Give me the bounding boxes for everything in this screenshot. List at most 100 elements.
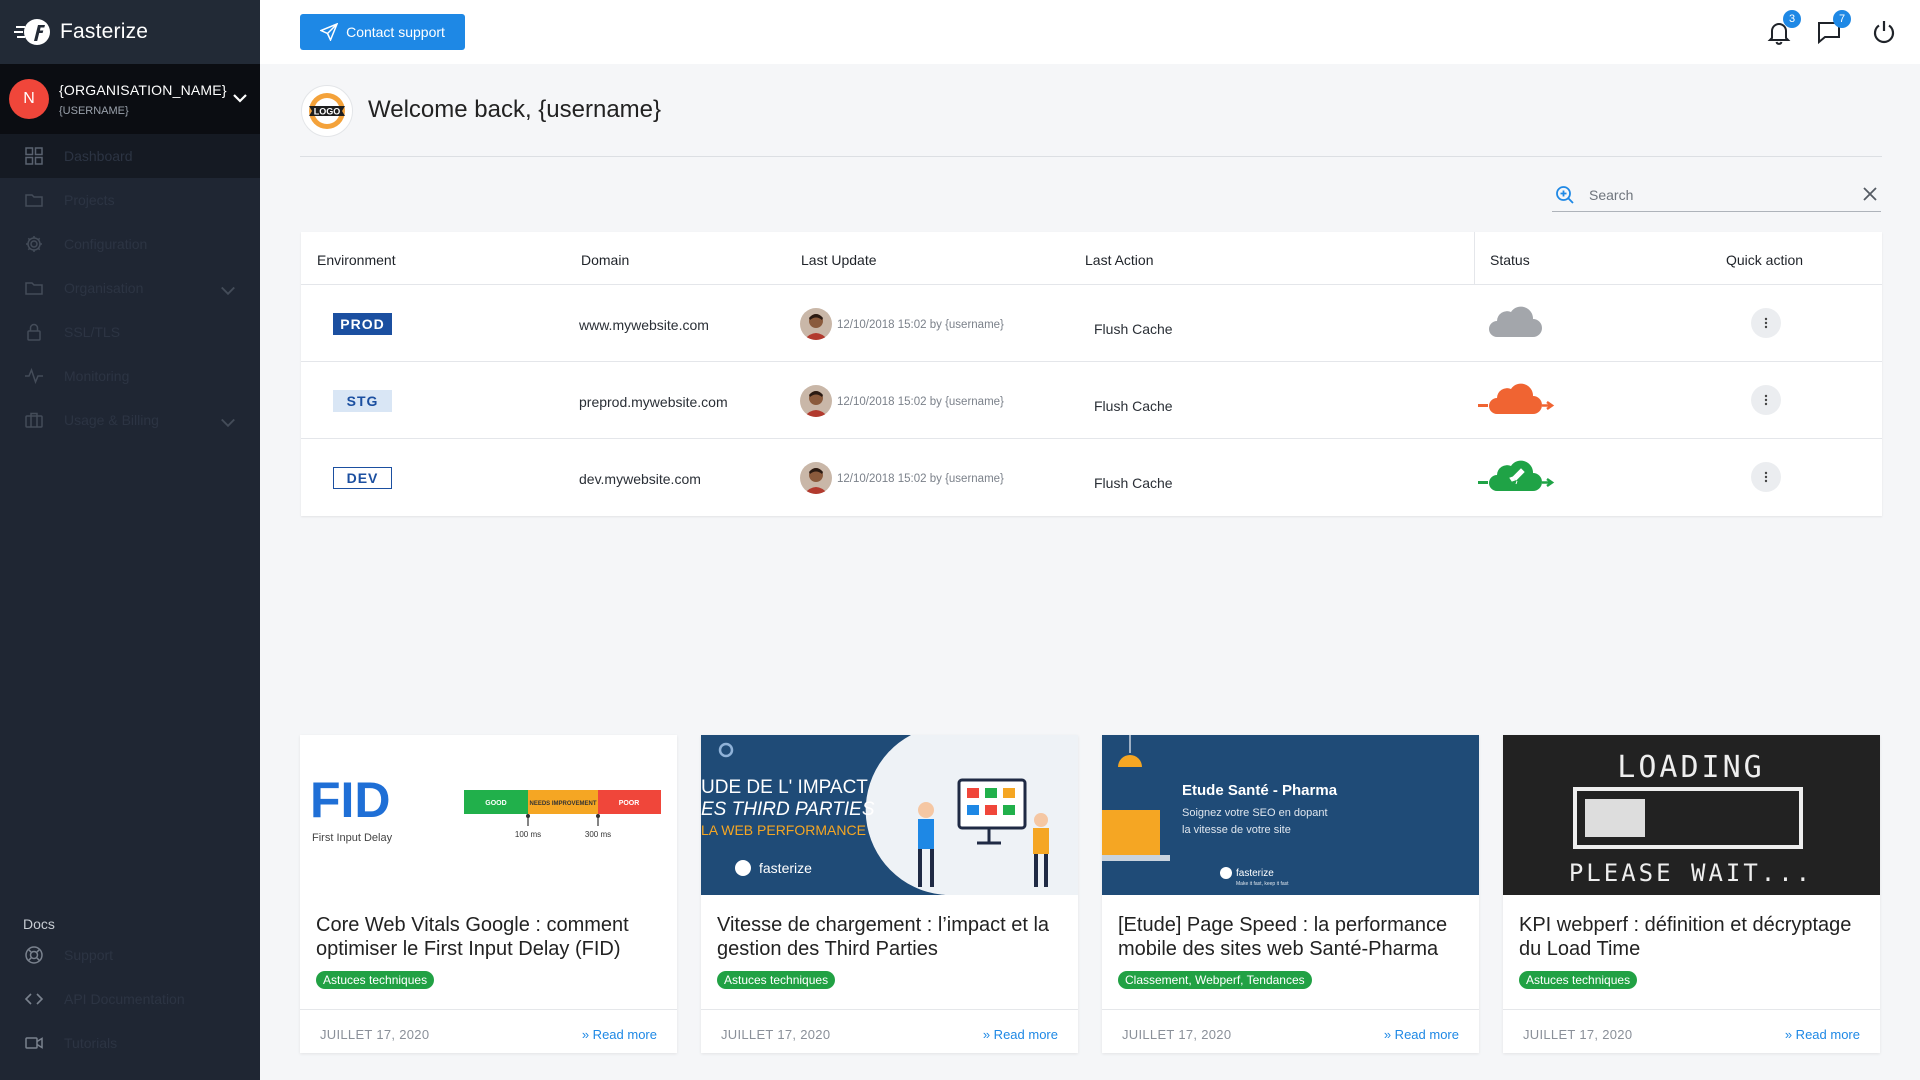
article-date: JUILLET 17, 2020 (1122, 1027, 1231, 1042)
notifications-button[interactable]: 3 (1765, 18, 1793, 46)
last-update-text: 12/10/2018 15:02 by {username} (837, 473, 1004, 485)
avatar (800, 308, 832, 340)
nav-label: Organisation (64, 280, 143, 296)
card-divider (1102, 1009, 1479, 1010)
article-card[interactable]: FID First Input Delay GOOD NEEDS IMPROVE… (300, 735, 677, 1053)
column-header-last-update[interactable]: Last Update (801, 252, 877, 268)
messages-badge: 7 (1833, 10, 1851, 28)
chevron-down-icon (218, 412, 238, 432)
briefcase-icon (24, 410, 44, 430)
image-text: POOR (619, 800, 640, 807)
nav-item-dashboard[interactable]: Dashboard (0, 134, 260, 178)
more-vertical-icon (1764, 471, 1768, 483)
image-text: UDE DE L' IMPACT (701, 777, 868, 798)
nav-label: Monitoring (64, 368, 129, 384)
column-header-environment[interactable]: Environment (317, 252, 396, 268)
read-more-link[interactable]: » Read more (983, 1027, 1058, 1042)
organisation-switcher[interactable]: N {ORGANISATION_NAME} {USERNAME} (0, 64, 260, 134)
card-divider (300, 1009, 677, 1010)
send-icon (320, 23, 338, 41)
table-row[interactable]: PROD www.mywebsite.com 12/10/2018 15:02 … (301, 285, 1882, 362)
cloud-active-rocket-icon (1471, 455, 1561, 499)
nav-item-projects[interactable]: Projects (0, 178, 260, 222)
image-text: First Input Delay (312, 832, 393, 844)
article-title[interactable]: KPI webperf : définition et décryptage d… (1519, 913, 1869, 961)
nav-item-ssl-tls[interactable]: SSL/TLS (0, 310, 260, 354)
nav-item-monitoring[interactable]: Monitoring (0, 354, 260, 398)
nav-item-tutorials[interactable]: Tutorials (0, 1021, 260, 1065)
nav-label: Configuration (64, 236, 147, 252)
article-tag[interactable]: Astuces techniques (717, 971, 835, 989)
column-header-domain[interactable]: Domain (581, 252, 629, 268)
article-tag[interactable]: Astuces techniques (316, 971, 434, 989)
image-text: PLEASE WAIT... (1569, 859, 1813, 887)
nav-item-usage-billing[interactable]: Usage & Billing (0, 398, 260, 442)
column-header-last-action[interactable]: Last Action (1085, 252, 1154, 268)
cloud-error-icon (1471, 378, 1561, 422)
brand[interactable]: Fasterize (0, 0, 260, 64)
sidebar: Fasterize N {ORGANISATION_NAME} {USERNAM… (0, 0, 260, 1080)
nav-label: Usage & Billing (64, 412, 159, 428)
logo-badge-icon: LOGO (305, 89, 349, 133)
nav-item-api-documentation[interactable]: API Documentation (0, 977, 260, 1021)
quick-action-menu-button[interactable] (1751, 462, 1781, 492)
folder-icon (24, 278, 44, 298)
video-icon (24, 1033, 44, 1053)
domain-cell[interactable]: preprod.mywebsite.com (579, 394, 728, 410)
article-tag[interactable]: Classement, Webperf, Tendances (1118, 971, 1312, 989)
avatar (800, 385, 832, 417)
chevron-down-icon[interactable] (232, 90, 248, 106)
domain-cell[interactable]: www.mywebsite.com (579, 317, 709, 333)
read-more-link[interactable]: » Read more (1384, 1027, 1459, 1042)
nav-label: API Documentation (64, 991, 185, 1007)
table-row[interactable]: STG preprod.mywebsite.com 12/10/2018 15:… (301, 362, 1882, 439)
cloud-inactive-icon (1471, 301, 1561, 345)
org-name: {ORGANISATION_NAME} (59, 82, 227, 98)
image-text: Soignez votre SEO en dopant (1182, 807, 1328, 819)
article-title[interactable]: Core Web Vitals Google : comment optimis… (316, 913, 666, 961)
avatar (800, 462, 832, 494)
image-text: FID (310, 772, 391, 828)
notifications-badge: 3 (1783, 10, 1801, 28)
image-text: fasterize (1236, 868, 1274, 879)
nav-item-configuration[interactable]: Configuration (0, 222, 260, 266)
article-image: Etude Santé - Pharma Soignez votre SEO e… (1102, 735, 1479, 895)
environment-badge: DEV (333, 467, 392, 489)
read-more-link[interactable]: » Read more (582, 1027, 657, 1042)
article-card[interactable]: LOADING PLEASE WAIT... KPI webperf : déf… (1503, 735, 1880, 1053)
fasterize-logo-icon (14, 16, 54, 48)
article-card[interactable]: UDE DE L' IMPACT ES THIRD PARTIES LA WEB… (701, 735, 1078, 1053)
article-date: JUILLET 17, 2020 (320, 1027, 429, 1042)
article-title[interactable]: [Etude] Page Speed : la performance mobi… (1118, 913, 1468, 961)
search-input[interactable] (1589, 187, 1849, 203)
org-avatar: N (9, 79, 49, 119)
zoom-in-icon[interactable] (1555, 185, 1575, 205)
gear-icon (24, 234, 44, 254)
org-username: {USERNAME} (59, 105, 227, 117)
close-icon[interactable] (1861, 185, 1879, 203)
code-icon (24, 989, 44, 1009)
quick-action-menu-button[interactable] (1751, 308, 1781, 338)
column-header-status[interactable]: Status (1490, 252, 1530, 268)
top-bar: Contact support 3 7 (260, 0, 1920, 64)
lifebuoy-icon (24, 945, 44, 965)
table-row[interactable]: DEV dev.mywebsite.com 12/10/2018 15:02 b… (301, 439, 1882, 516)
column-separator (1474, 232, 1475, 285)
article-card[interactable]: Etude Santé - Pharma Soignez votre SEO e… (1102, 735, 1479, 1053)
column-header-quick-action: Quick action (1726, 252, 1803, 268)
article-tag[interactable]: Astuces techniques (1519, 971, 1637, 989)
nav-item-support[interactable]: Support (0, 933, 260, 977)
last-update-text: 12/10/2018 15:02 by {username} (837, 396, 1004, 408)
nav-item-organisation[interactable]: Organisation (0, 266, 260, 310)
read-more-link[interactable]: » Read more (1785, 1027, 1860, 1042)
messages-button[interactable]: 7 (1815, 18, 1843, 46)
quick-action-menu-button[interactable] (1751, 385, 1781, 415)
last-action-text: Flush Cache (1094, 475, 1173, 491)
image-text: LOADING (1617, 750, 1764, 785)
image-text: GOOD (485, 800, 506, 807)
contact-support-button[interactable]: Contact support (300, 14, 465, 50)
card-divider (701, 1009, 1078, 1010)
logout-button[interactable] (1870, 18, 1898, 46)
domain-cell[interactable]: dev.mywebsite.com (579, 471, 701, 487)
article-title[interactable]: Vitesse de chargement : l’impact et la g… (717, 913, 1067, 961)
